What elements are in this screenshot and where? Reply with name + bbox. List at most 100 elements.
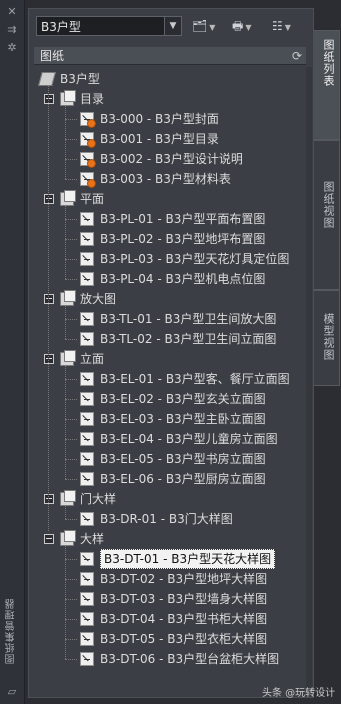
tree-guide (65, 519, 77, 520)
sheet-icon (80, 472, 94, 486)
tree-sheet-label: B3-PL-03 - B3户型天花灯具定位图 (100, 252, 290, 266)
tab-label: 图纸视图 (322, 181, 335, 229)
tree-sheet-label: B3-DT-06 - B3户型台盆柜大样图 (100, 652, 280, 666)
chevron-down-icon: ▼ (284, 23, 291, 32)
chevron-down-icon[interactable]: ▼ (164, 17, 181, 35)
subset-icon (60, 290, 76, 306)
sheet-icon (80, 452, 94, 466)
sheetset-side-bar: ✕ ⇉ ✲ 图纸集管理器 ▱ (0, 0, 25, 704)
tree-sheet-label: B3-DT-01 - B3户型天花大样图 (100, 549, 276, 569)
sheet-icon (80, 112, 96, 128)
subset-icon (60, 490, 76, 506)
tree-sheet-label: B3-PL-04 - B3户型机电点位图 (100, 272, 266, 286)
tree-guide (65, 319, 77, 320)
publish-button[interactable]: 🗂 ▼ (192, 17, 215, 35)
tree-group-label: 大样 (80, 532, 105, 546)
tree-guide (65, 545, 66, 659)
tree-guide (65, 239, 77, 240)
sheet-tree: B3户型 目录 B3-000 - B3户型封面 B3-001 - B3户型目录 B3-0… (34, 67, 306, 693)
tree-guide (65, 305, 66, 339)
tree-sheet-label: B3-000 - B3户型封面 (100, 112, 219, 126)
tree-sheet-label: B3-EL-02 - B3户型玄关立面图 (100, 392, 266, 406)
warning-icon (87, 119, 96, 128)
tree-group-label: 立面 (80, 352, 105, 366)
collapse-toggle-icon[interactable] (44, 294, 54, 304)
tree-guide (65, 219, 77, 220)
sheet-icon (80, 432, 94, 446)
sheet-icon (80, 512, 94, 526)
tree-sheet-label: B3-DT-05 - B3户型衣柜大样图 (100, 632, 268, 646)
sheet-icon (80, 332, 94, 346)
collapse-toggle-icon[interactable] (44, 534, 54, 544)
tree-group-label: 目录 (80, 92, 105, 106)
chevron-down-icon: ▼ (245, 23, 252, 32)
tree-guide (65, 379, 77, 380)
tree-sheet-label: B3-DR-01 - B3门大样图 (100, 512, 233, 526)
tree-guide (65, 659, 77, 660)
tree-guide (65, 579, 77, 580)
sheetset-palette: B3户型 ▼ 🗂 ▼ 🖶 ▼ ☷ ▼ 图纸 ⟳ B3户型 目录 B3-000 - B3户型… (28, 8, 314, 698)
sheet-icon (80, 272, 94, 286)
sheet-icon (80, 552, 94, 566)
tree-guide (65, 479, 77, 480)
plot-button[interactable]: 🖶 ▼ (232, 17, 251, 35)
tree-guide (65, 419, 77, 420)
scrollbar[interactable] (306, 67, 312, 693)
sheet-options-button[interactable]: ☷ ▼ (272, 17, 291, 35)
tree-sheet-label: B3-EL-06 - B3户型厨房立面图 (100, 472, 266, 486)
palette-tabs: 图纸列表 图纸视图 模型视图 (314, 8, 341, 704)
tree-guide (65, 639, 77, 640)
sheetset-selector[interactable]: B3户型 ▼ (36, 16, 182, 36)
collapse-toggle-icon[interactable] (44, 94, 54, 104)
tree-guide (65, 279, 77, 280)
watermark: 头条 @玩转设计 (262, 688, 336, 699)
tab-model-views[interactable]: 模型视图 (314, 290, 340, 386)
toolbar: B3户型 ▼ 🗂 ▼ 🖶 ▼ ☷ ▼ (36, 16, 306, 38)
sheet-icon (80, 312, 94, 326)
close-icon[interactable]: ✕ (5, 6, 19, 18)
collapse-toggle-icon[interactable] (44, 494, 54, 504)
tree-sheet-label: B3-EL-04 - B3户型儿童房立面图 (100, 432, 278, 446)
sheet-icon (80, 572, 94, 586)
tree-guide (65, 339, 77, 340)
tree-guide (65, 505, 66, 519)
tab-sheet-views[interactable]: 图纸视图 (314, 140, 340, 290)
tab-label: 图纸列表 (322, 39, 335, 87)
tab-sheet-list[interactable]: 图纸列表 (314, 30, 340, 140)
tree-group-label: 平面 (80, 192, 105, 206)
tree-group-label: 门大样 (80, 492, 117, 506)
warning-icon (87, 139, 96, 148)
palette-title: 图纸集管理器 (6, 598, 17, 664)
tree-sheet-label: B3-EL-05 - B3户型书房立面图 (100, 452, 266, 466)
tree-guide (65, 205, 66, 279)
properties-icon[interactable]: ▱ (5, 686, 19, 698)
sheet-icon (80, 232, 94, 246)
sheet-icon (80, 652, 94, 666)
tree-guide (65, 459, 77, 460)
tree-group-label: 放大图 (80, 292, 117, 306)
collapse-toggle-icon[interactable] (44, 194, 54, 204)
publish-icon: 🗂 (192, 19, 208, 33)
tree-guide (65, 619, 77, 620)
tree-guide (65, 559, 77, 560)
sheets-panel-header: 图纸 ⟳ (34, 47, 306, 65)
tree-guide (48, 85, 49, 531)
sheet-icon (80, 592, 94, 606)
tree-sheet-label: B3-DT-03 - B3户型墙身大样图 (100, 592, 268, 606)
sheet-icon (80, 632, 94, 646)
tree-guide (65, 259, 77, 260)
tree-root-label: B3户型 (60, 72, 100, 86)
collapse-toggle-icon[interactable] (44, 354, 54, 364)
tree-sheet-label: B3-PL-01 - B3户型平面布置图 (100, 212, 266, 226)
chevron-down-icon: ▼ (209, 23, 216, 32)
refresh-icon[interactable]: ⟳ (292, 47, 302, 65)
tab-label: 模型视图 (322, 313, 335, 361)
warning-icon (87, 159, 96, 168)
tree-sheet-label: B3-TL-01 - B3户型卫生间放大图 (100, 312, 277, 326)
pin-icon[interactable]: ⇉ (5, 24, 19, 36)
settings-icon[interactable]: ✲ (5, 42, 19, 54)
tree-sheet-label: B3-EL-01 - B3户型客、餐厅立面图 (100, 372, 290, 386)
sheet-icon (80, 392, 94, 406)
tree-sheet-label: B3-EL-03 - B3户型主卧立面图 (100, 412, 266, 426)
panel-title: 图纸 (40, 49, 65, 63)
